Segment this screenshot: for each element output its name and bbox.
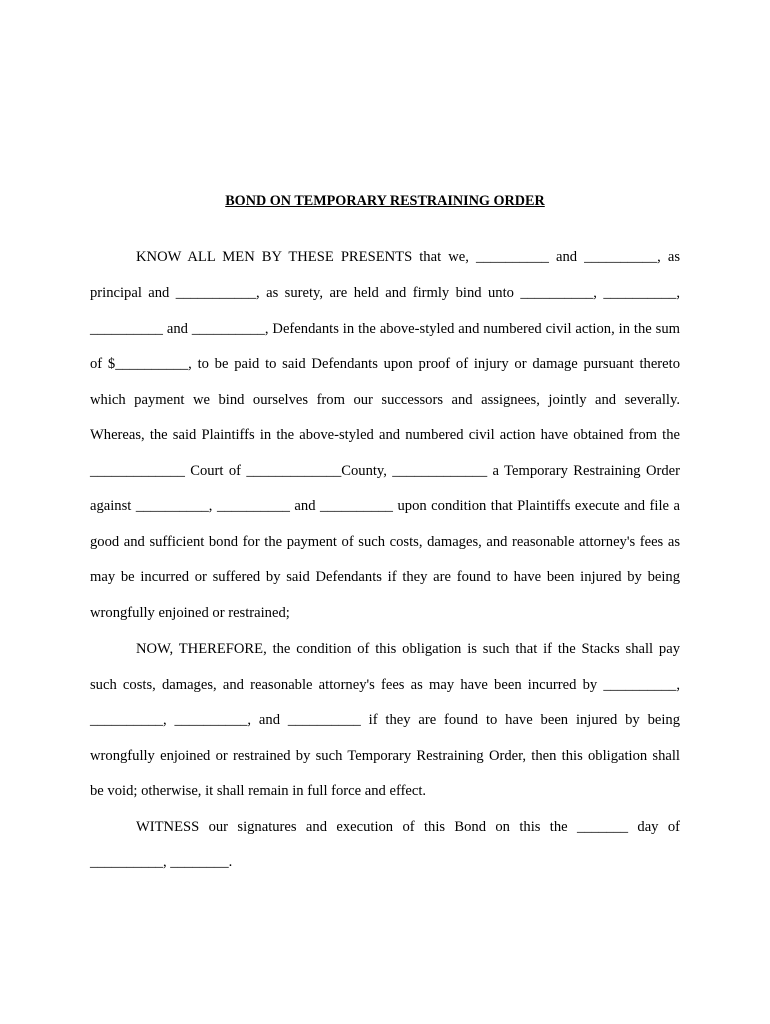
- paragraph-1-line-8: against __________, __________ and _____…: [90, 498, 680, 514]
- paragraph-1-line-4: of $__________, to be paid to said Defen…: [90, 356, 680, 372]
- document-page: BOND ON TEMPORARY RESTRAINING ORDER KNOW…: [0, 0, 770, 1024]
- document-title: BOND ON TEMPORARY RESTRAINING ORDER: [225, 193, 545, 209]
- paragraph-3-line-1: WITNESS our signatures and execution of …: [136, 819, 680, 835]
- paragraph-2-line-4: wrongfully enjoined or restrained by suc…: [90, 748, 680, 764]
- paragraph-1-line-11: wrongfully enjoined or restrained;: [90, 605, 290, 621]
- paragraph-1-line-6: Whereas, the said Plaintiffs in the abov…: [90, 427, 680, 443]
- paragraph-1-line-9: good and sufficient bond for the payment…: [90, 534, 680, 550]
- paragraph-2-line-3: __________, __________, and __________ i…: [90, 712, 680, 728]
- paragraph-1-line-2: principal and ___________, as surety, ar…: [90, 285, 680, 301]
- paragraph-1-line-3: __________ and __________, Defendants in…: [90, 321, 680, 337]
- paragraph-3-line-2: __________, ________.: [90, 854, 233, 870]
- paragraph-1-line-10: may be incurred or suffered by said Defe…: [90, 569, 680, 585]
- paragraph-1-line-1: KNOW ALL MEN BY THESE PRESENTS that we, …: [136, 249, 680, 265]
- paragraph-1-line-7: _____________ Court of _____________Coun…: [90, 463, 680, 479]
- paragraph-2-line-1: NOW, THEREFORE, the condition of this ob…: [136, 641, 680, 657]
- paragraph-2-line-5: be void; otherwise, it shall remain in f…: [90, 783, 427, 799]
- paragraph-1-line-5: which payment we bind ourselves from our…: [90, 392, 680, 408]
- paragraph-2-line-2: such costs, damages, and reasonable atto…: [90, 677, 680, 693]
